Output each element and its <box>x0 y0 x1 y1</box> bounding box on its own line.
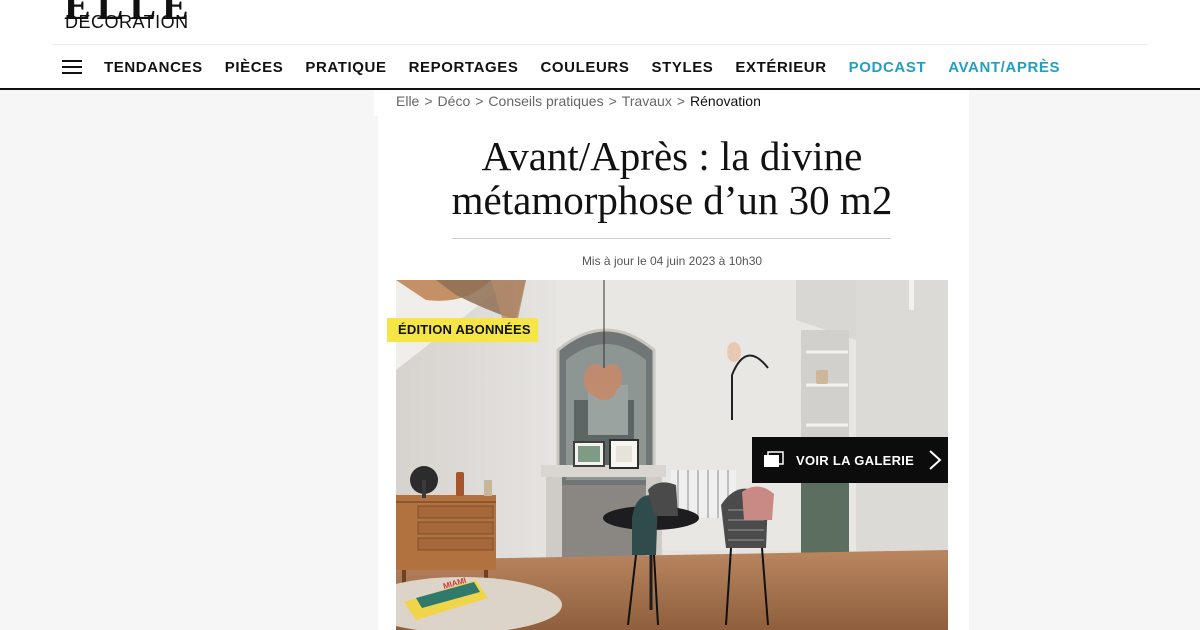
breadcrumb-separator: > <box>475 93 484 109</box>
chevron-right-icon <box>929 450 942 470</box>
breadcrumb-link-conseils-pratiques[interactable]: Conseils pratiques <box>488 93 603 109</box>
hamburger-menu-icon[interactable] <box>62 58 82 76</box>
logo-decoration-text: DECORATION <box>65 12 189 32</box>
breadcrumb-link-elle[interactable]: Elle <box>396 93 419 109</box>
view-gallery-button[interactable]: VOIR LA GALERIE <box>752 437 948 483</box>
article-title-line-2: métamorphose d’un 30 m2 <box>451 177 893 223</box>
view-gallery-label: VOIR LA GALERIE <box>796 452 915 468</box>
article-title-line-1: Avant/Après : la divine <box>481 133 863 179</box>
breadcrumb-separator: > <box>608 93 617 109</box>
breadcrumb: Elle > Déco > Conseils pratiques > Travaux > Rén… <box>396 93 761 109</box>
article-title: Avant/Après : la divine métamorphose d’u… <box>398 134 946 222</box>
breadcrumb-link-deco[interactable]: Déco <box>438 93 471 109</box>
subscriber-edition-badge: ÉDITION ABONNÉES <box>387 318 538 342</box>
nav-item-couleurs[interactable]: COULEURS <box>540 59 629 76</box>
article-updated-date: Mis à jour le 04 juin 2023 à 10h30 <box>581 254 763 268</box>
nav-item-styles[interactable]: STYLES <box>651 59 713 76</box>
breadcrumb-link-travaux[interactable]: Travaux <box>622 93 672 109</box>
site-header: ELLE DECORATION TENDANCES PIÈCES PRATIQU… <box>0 0 1200 90</box>
breadcrumb-current-renovation[interactable]: Rénovation <box>690 93 761 109</box>
nav-item-podcast[interactable]: PODCAST <box>849 59 927 76</box>
nav-item-reportages[interactable]: REPORTAGES <box>409 59 519 76</box>
nav-item-pieces[interactable]: PIÈCES <box>225 59 284 76</box>
nav-item-pratique[interactable]: PRATIQUE <box>305 59 386 76</box>
nav-item-exterieur[interactable]: EXTÉRIEUR <box>735 59 826 76</box>
breadcrumb-separator: > <box>676 93 686 109</box>
nav-item-avant-apres[interactable]: AVANT/APRÈS <box>948 59 1060 76</box>
breadcrumb-separator: > <box>424 93 433 109</box>
elle-decoration-logo[interactable]: ELLE DECORATION <box>64 0 194 34</box>
title-divider <box>452 238 891 239</box>
main-navigation: TENDANCES PIÈCES PRATIQUE REPORTAGES COU… <box>62 55 1082 79</box>
gallery-icon <box>764 451 784 467</box>
header-divider <box>52 44 1148 45</box>
nav-item-tendances[interactable]: TENDANCES <box>104 59 203 76</box>
